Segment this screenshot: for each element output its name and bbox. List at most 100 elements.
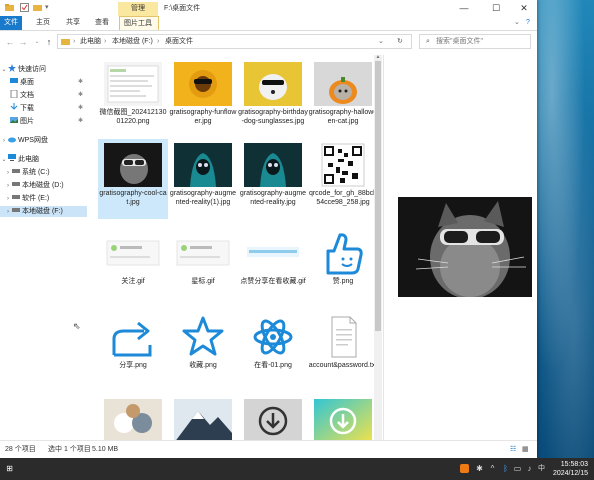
gif-thumbnail — [104, 231, 162, 275]
sunflower-photo-thumbnail — [174, 62, 232, 106]
large-icons-view-icon[interactable]: ▦ — [522, 441, 529, 459]
nav-quick-access[interactable]: ⌄ 快速访问 — [0, 64, 46, 75]
nav-drive-e[interactable]: › 软件 (E:) — [4, 193, 49, 204]
file-tile[interactable]: gratisography-augmented-reality.jpg — [238, 139, 308, 219]
drive-icon — [12, 193, 20, 200]
expand-icon[interactable]: › — [4, 181, 12, 192]
file-tile[interactable]: qrcode_for_gh_88bcb54cce98_258.jpg — [308, 139, 374, 219]
help-icon[interactable]: ? — [522, 16, 534, 30]
qrcode-thumbnail — [314, 143, 372, 187]
breadcrumb-this-pc[interactable]: 此电脑 — [80, 35, 101, 48]
system-clock[interactable]: 15:58:03 2024/12/15 — [553, 460, 588, 478]
file-tile-selected[interactable]: gratisography-cool-cat.jpg — [98, 139, 168, 219]
file-tile[interactable] — [238, 395, 308, 440]
file-tile[interactable]: 赞.png — [308, 227, 374, 307]
nav-wps-cloud[interactable]: › WPS网盘 — [0, 135, 48, 146]
pin-icon: ✱ — [78, 105, 84, 111]
network-icon[interactable]: ▭ — [513, 464, 522, 473]
nav-downloads[interactable]: 下载 ✱ — [10, 103, 83, 114]
nav-this-pc[interactable]: ⌄ 此电脑 — [0, 154, 39, 165]
file-tile[interactable]: gratisography-funflower.jpg — [168, 58, 238, 138]
scrollbar-thumb[interactable] — [375, 61, 381, 331]
search-input[interactable]: ⌕ 搜索"桌面文件" — [419, 34, 531, 49]
file-list: 微信截图_20241213001220.png gratisography-fu… — [88, 55, 374, 440]
collapse-icon[interactable]: ⌄ — [0, 155, 8, 166]
taskbar: ⊞ ✱ ^ ᛒ ▭ ♪ 中 15:58:03 2024/12/15 — [0, 458, 594, 480]
vertical-scrollbar[interactable]: ▲ — [374, 54, 382, 440]
start-icon[interactable]: ⊞ — [5, 464, 14, 473]
nav-drive-d[interactable]: › 本地磁盘 (D:) — [4, 180, 64, 191]
nav-pictures[interactable]: 图片 ✱ — [10, 116, 83, 127]
cool-cat-thumbnail — [104, 143, 162, 187]
tab-share[interactable]: 共享 — [62, 16, 84, 30]
tray-expand-icon[interactable]: ^ — [488, 464, 497, 473]
file-tile[interactable]: gratisography-halloween-cat.jpg — [308, 58, 374, 138]
tray-settings-icon[interactable]: ✱ — [475, 464, 484, 473]
nav-documents[interactable]: 文档 ✱ — [10, 89, 83, 101]
breadcrumb-folder[interactable]: 桌面文件 — [165, 35, 193, 48]
file-tile[interactable]: 星标.gif — [168, 227, 238, 307]
file-name: 赞.png — [332, 278, 354, 285]
close-button[interactable]: ✕ — [509, 0, 539, 16]
file-tile[interactable]: account&password.txt — [308, 311, 374, 391]
file-tile[interactable]: 收藏.png — [168, 311, 238, 391]
forward-icon[interactable]: → — [17, 35, 29, 49]
pictures-icon — [10, 116, 18, 123]
collapse-icon[interactable]: ⌄ — [0, 65, 8, 76]
navigation-pane: ⌄ 快速访问 桌面 ✱ 文档 ✱ 下载 ✱ 图片 ✱ › WPS网盘 ⌄ 此电脑 › 系统 (C… — [0, 55, 87, 440]
tab-home[interactable]: 主页 — [32, 16, 54, 30]
file-name: 关注.gif — [121, 278, 145, 285]
address-bar[interactable]: › 此电脑 › 本地磁盘 (F:) › 桌面文件 ⌄ ↻ — [57, 34, 412, 49]
app-tray-icon[interactable] — [460, 464, 469, 473]
volume-icon[interactable]: ♪ — [525, 464, 534, 473]
file-tile[interactable]: gratisography-birthday-dog-sunglasses.jp… — [238, 58, 308, 138]
tab-view[interactable]: 查看 — [91, 16, 113, 30]
file-tile[interactable] — [168, 395, 238, 440]
up-icon[interactable]: ↑ — [43, 35, 55, 49]
back-icon[interactable]: ← — [4, 35, 16, 49]
customize-quick-access-icon[interactable]: ▾ — [45, 3, 54, 12]
computer-icon — [8, 154, 16, 161]
expand-icon[interactable]: › — [0, 136, 8, 147]
address-dropdown-icon[interactable]: ⌄ — [378, 35, 384, 48]
pin-icon: ✱ — [78, 79, 84, 85]
nav-drive-f[interactable]: › 本地磁盘 (F:) — [0, 206, 87, 217]
properties-icon[interactable] — [20, 3, 29, 12]
download-icon — [10, 103, 18, 110]
file-name: account&password.txt — [308, 362, 374, 369]
file-tile[interactable]: 分享.png — [98, 311, 168, 391]
nav-desktop[interactable]: 桌面 ✱ — [10, 77, 83, 88]
minimize-button[interactable]: — — [449, 0, 479, 16]
file-tile[interactable] — [308, 395, 374, 440]
file-name: 分享.png — [119, 362, 147, 369]
details-view-icon[interactable]: ☷ — [510, 441, 516, 459]
manage-tab[interactable]: 管理 — [118, 2, 158, 16]
file-tile[interactable] — [98, 395, 168, 440]
recent-locations-icon[interactable]: ⌄ — [31, 35, 43, 49]
file-tile[interactable]: gratisography-augmented-reality(1).jpg — [168, 139, 238, 219]
tab-file[interactable]: 文件 — [0, 16, 22, 30]
scroll-up-icon[interactable]: ▲ — [374, 54, 382, 60]
file-tile[interactable]: 点赞分享在看收藏.gif — [238, 227, 308, 307]
file-name: 星标.gif — [191, 278, 215, 285]
file-name: 微信截图_20241213001220.png — [99, 109, 167, 125]
download-circle-icon — [244, 399, 302, 440]
expand-icon[interactable]: › — [4, 207, 12, 218]
expand-icon[interactable]: › — [4, 194, 12, 205]
bluetooth-icon[interactable]: ᛒ — [501, 464, 510, 473]
item-count: 28 个项目 — [5, 446, 36, 453]
nav-drive-c[interactable]: › 系统 (C:) — [4, 167, 50, 178]
file-tile[interactable]: 关注.gif — [98, 227, 168, 307]
augmented-reality-thumbnail — [244, 143, 302, 187]
breadcrumb-drive-f[interactable]: 本地磁盘 (F:) — [112, 35, 153, 48]
file-tile[interactable]: 在看-01.png — [238, 311, 308, 391]
maximize-button[interactable]: ☐ — [481, 0, 511, 16]
refresh-icon[interactable]: ↻ — [397, 35, 403, 48]
expand-icon[interactable]: › — [4, 168, 12, 179]
new-folder-icon[interactable] — [33, 3, 42, 12]
tab-picture-tools[interactable]: 图片工具 — [119, 16, 159, 30]
clock-time: 15:58:03 — [560, 461, 588, 468]
halloween-cat-thumbnail — [314, 62, 372, 106]
file-tile[interactable]: 微信截图_20241213001220.png — [98, 58, 168, 138]
input-method-icon[interactable]: 中 — [537, 464, 546, 473]
